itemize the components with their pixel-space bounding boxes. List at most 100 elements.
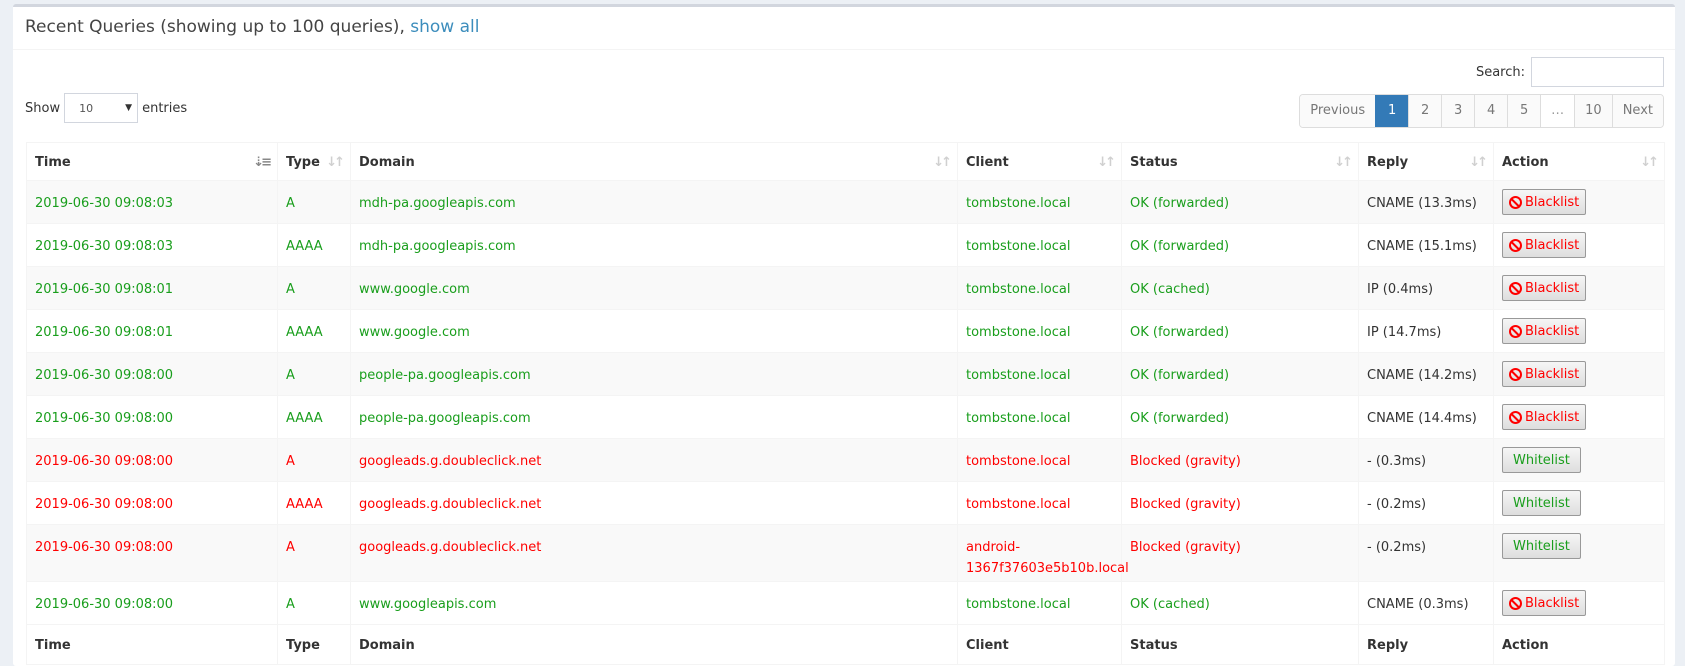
column-label: Reply (1367, 155, 1409, 170)
column-header-client[interactable]: Client ↓↑ (957, 142, 1122, 181)
panel-title: Recent Queries (showing up to 100 querie… (25, 17, 405, 37)
cell-client: android- 1367f37603e5b10b.local (957, 524, 1129, 582)
sort-icon[interactable]: ↓↑ (1640, 152, 1659, 173)
button-label: Blacklist (1525, 366, 1580, 382)
ban-icon (1509, 238, 1522, 252)
footer-domain: Domain (350, 624, 958, 665)
pagination-page-5[interactable]: 5 (1507, 95, 1541, 127)
blacklist-button[interactable]: Blacklist (1502, 318, 1587, 344)
table-row: 2019-06-30 09:08:01 Awww.google.com tombst… (26, 266, 1665, 310)
sort-icon[interactable]: ↓↑ (1334, 152, 1353, 173)
table-header-row: Time ⇣≡ Type ↓↑ Domain ↓↑ Client ↓↑ Status ↓↑… (26, 142, 1665, 181)
whitelist-button[interactable]: Whitelist (1502, 447, 1581, 473)
table-row: 2019-06-30 09:08:03 Amdh-pa.googleapis.co… (26, 180, 1665, 224)
blacklist-button[interactable]: Blacklist (1502, 404, 1587, 430)
column-header-status[interactable]: Status ↓↑ (1121, 142, 1359, 181)
blacklist-button[interactable]: Blacklist (1502, 189, 1587, 215)
button-label: Blacklist (1525, 280, 1580, 296)
sort-icon[interactable]: ↓↑ (933, 152, 952, 173)
sort-icon[interactable]: ↓↑ (326, 152, 345, 173)
ban-icon (1509, 281, 1522, 295)
ban-icon (1509, 410, 1522, 424)
column-header-action[interactable]: Action ↓↑ (1493, 142, 1665, 181)
cell-client: tombstone.local (957, 395, 1122, 439)
cell-status: OK (forwarded) (1121, 223, 1359, 267)
cell-status: Blocked (gravity) (1121, 481, 1359, 525)
cell-domain: www.googleapis.com (350, 581, 958, 625)
search-input[interactable] (1531, 57, 1664, 87)
button-label: Blacklist (1525, 595, 1580, 611)
cell-status: Blocked (gravity) (1121, 524, 1359, 582)
cell-type: A (277, 581, 351, 625)
column-header-reply[interactable]: Reply ↓↑ (1358, 142, 1494, 181)
cell-action: Blacklist (1493, 395, 1665, 439)
column-label: Action (1502, 155, 1549, 170)
column-header-domain[interactable]: Domain ↓↑ (350, 142, 958, 181)
ban-icon (1509, 367, 1522, 381)
search-filter: Search: (1476, 57, 1664, 87)
cell-reply: CNAME (0.3ms) (1358, 581, 1494, 625)
cell-client: tombstone.local (957, 438, 1122, 482)
ban-icon (1509, 195, 1522, 209)
button-label: Blacklist (1525, 323, 1580, 339)
cell-client: tombstone.local (957, 180, 1122, 224)
cell-domain: mdh-pa.googleapis.com (350, 223, 958, 267)
whitelist-button[interactable]: Whitelist (1502, 533, 1581, 559)
pagination-next[interactable]: Next (1611, 95, 1663, 127)
entries-select[interactable]: 10 ▼ (64, 93, 139, 123)
cell-domain: www.google.com (350, 266, 958, 310)
pagination-page-10[interactable]: 10 (1574, 95, 1612, 127)
cell-time: 2019-06-30 09:08:00 (26, 395, 278, 439)
cell-status: OK (forwarded) (1121, 180, 1359, 224)
cell-time: 2019-06-30 09:08:00 (26, 481, 278, 525)
pagination-page-1[interactable]: 1 (1375, 95, 1409, 127)
search-label: Search: (1475, 64, 1525, 80)
cell-reply: - (0.2ms) (1358, 524, 1494, 582)
cell-action: Whitelist (1493, 524, 1665, 582)
table-row: 2019-06-30 09:08:00 Awww.googleapis.com to… (26, 581, 1665, 625)
cell-type: A (277, 438, 351, 482)
cell-status: Blocked (gravity) (1121, 438, 1359, 482)
column-label: Status (1130, 155, 1178, 170)
sort-icon[interactable]: ↓↑ (1097, 152, 1116, 173)
cell-client: tombstone.local (957, 581, 1122, 625)
cell-reply: - (0.3ms) (1358, 438, 1494, 482)
entries-select-value: 10 (79, 102, 94, 115)
footer-reply: Reply (1358, 624, 1494, 665)
cell-domain: people-pa.googleapis.com (350, 352, 958, 396)
cell-type: AAAA (277, 309, 351, 353)
cell-action: Blacklist (1493, 581, 1665, 625)
footer-status: Status (1121, 624, 1359, 665)
cell-client: tombstone.local (957, 223, 1122, 267)
sort-icon[interactable]: ↓↑ (1469, 152, 1488, 173)
column-label: Client (966, 155, 1009, 170)
column-header-time[interactable]: Time ⇣≡ (26, 142, 278, 181)
pagination-ellipsis: … (1540, 95, 1575, 127)
button-label: Whitelist (1513, 538, 1570, 554)
cell-reply: IP (14.7ms) (1358, 309, 1494, 353)
blacklist-button[interactable]: Blacklist (1502, 275, 1587, 301)
cell-type: AAAA (277, 481, 351, 525)
cell-action: Blacklist (1493, 180, 1665, 224)
pagination-page-4[interactable]: 4 (1474, 95, 1508, 127)
entries-length: Show 10 ▼ entries (25, 93, 187, 123)
table-row: 2019-06-30 09:08:00 Agoogleads.g.doublecl… (26, 524, 1665, 582)
whitelist-button[interactable]: Whitelist (1502, 490, 1581, 516)
pagination-page-3[interactable]: 3 (1441, 95, 1475, 127)
cell-action: Blacklist (1493, 223, 1665, 267)
footer-action: Action (1493, 624, 1665, 665)
blacklist-button[interactable]: Blacklist (1502, 232, 1587, 258)
cell-domain: www.google.com (350, 309, 958, 353)
cell-reply: CNAME (14.2ms) (1358, 352, 1494, 396)
cell-domain: googleads.g.doubleclick.net (350, 524, 958, 582)
cell-status: OK (forwarded) (1121, 352, 1359, 396)
column-header-type[interactable]: Type ↓↑ (277, 142, 351, 181)
blacklist-button[interactable]: Blacklist (1502, 590, 1587, 616)
sort-desc-icon[interactable]: ⇣≡ (253, 152, 272, 173)
footer-client: Client (957, 624, 1122, 665)
show-all-link[interactable]: show all (410, 17, 479, 37)
pagination-page-2[interactable]: 2 (1408, 95, 1442, 127)
pagination-previous[interactable]: Previous (1300, 95, 1376, 127)
blacklist-button[interactable]: Blacklist (1502, 361, 1587, 387)
cell-client: tombstone.local (957, 309, 1122, 353)
